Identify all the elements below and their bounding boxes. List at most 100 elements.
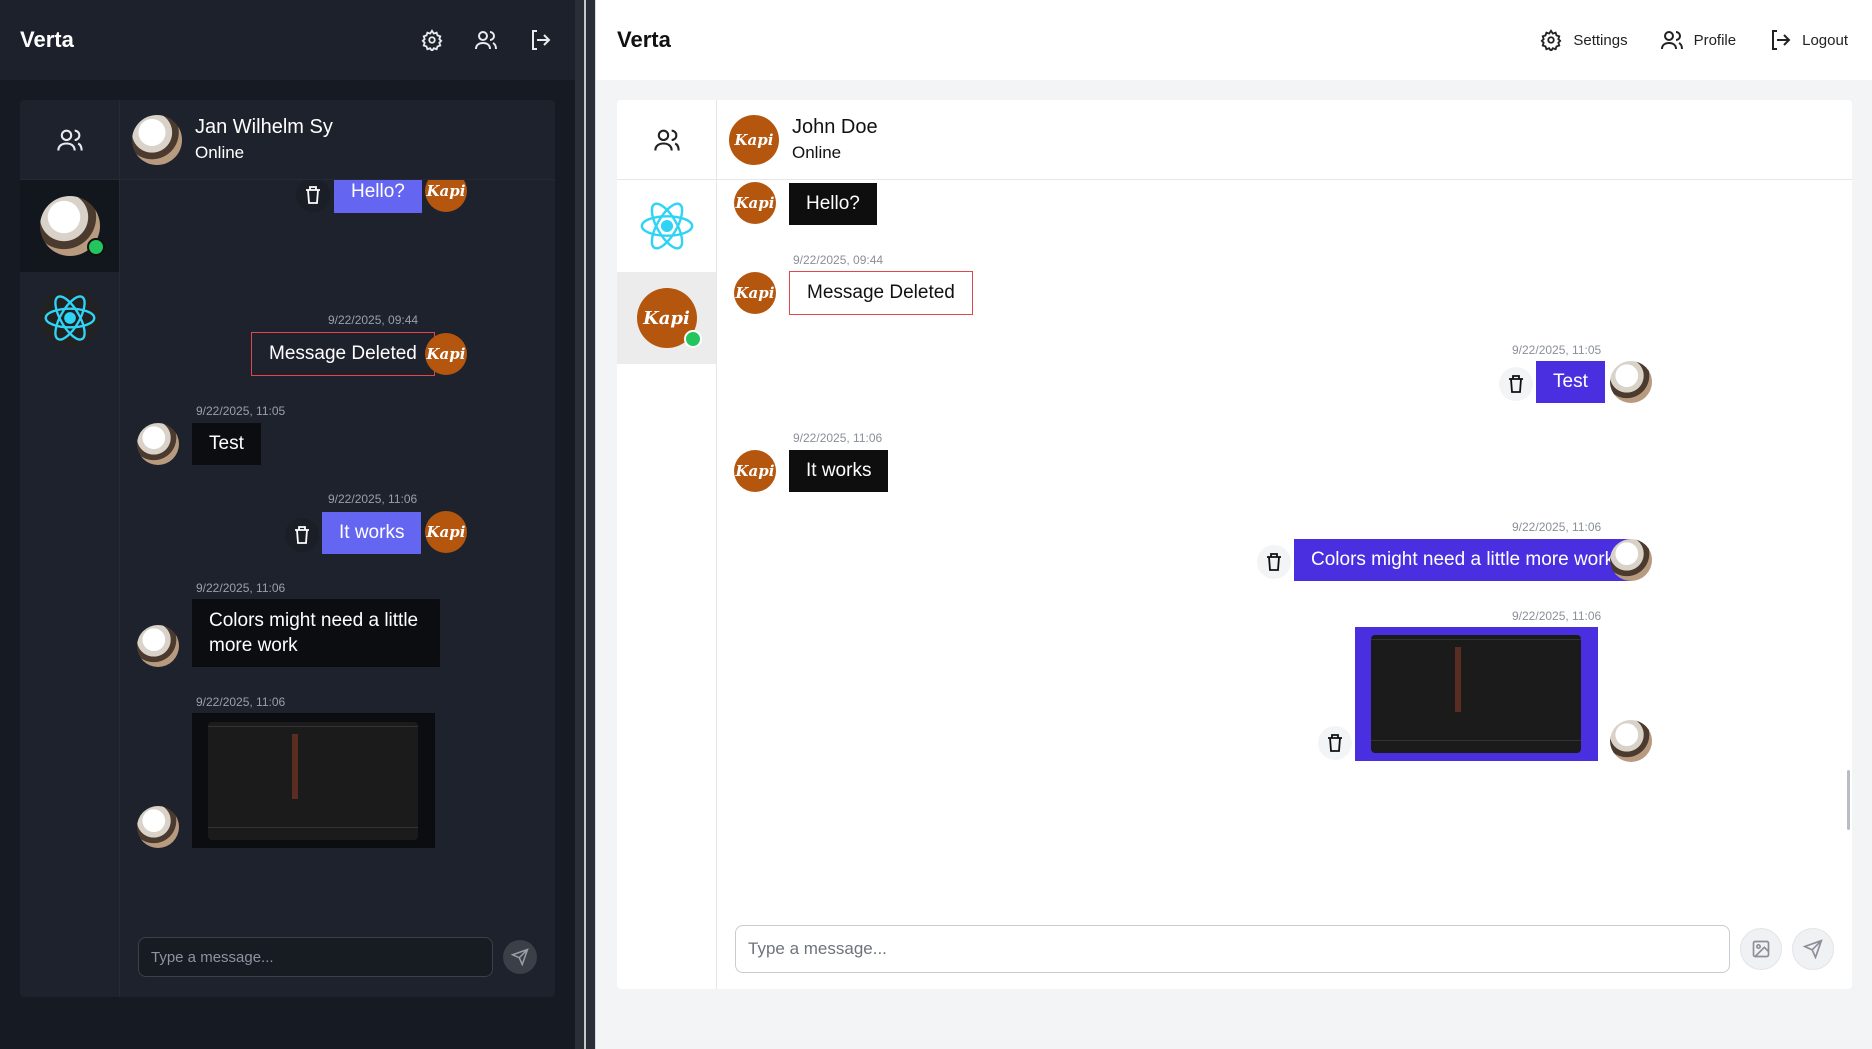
trash-icon (1509, 375, 1523, 393)
send-button[interactable] (1792, 928, 1834, 970)
message-timestamp: 9/22/2025, 11:06 (328, 492, 418, 506)
message-input[interactable] (735, 925, 1730, 973)
gear-icon[interactable] (417, 25, 447, 55)
avatar (137, 423, 179, 465)
send-icon (511, 948, 529, 966)
message-timestamp: 9/22/2025, 11:06 (196, 695, 286, 709)
trash-icon (295, 526, 309, 544)
chat-panel: Jan Wilhelm Sy Online Hello? Kapi 9/22/2… (20, 100, 555, 997)
avatar (137, 806, 179, 848)
message-list: Hello? Kapi 9/22/2025, 09:44 Message Del… (120, 180, 555, 917)
image-message-bubble[interactable] (192, 713, 435, 848)
contact-status: Online (792, 143, 842, 162)
message-composer (717, 909, 1852, 989)
attach-image-button[interactable] (1740, 928, 1782, 970)
users-icon[interactable] (471, 25, 501, 55)
avatar: Kapi (425, 511, 467, 553)
avatar (1610, 539, 1652, 581)
chat-header: Jan Wilhelm Sy Online (120, 100, 555, 180)
message-input[interactable] (138, 937, 493, 977)
trash-icon (1267, 553, 1281, 571)
window-separator (575, 0, 595, 1049)
avatar (1610, 361, 1652, 403)
dark-mode-window: Verta Jan Wilhelm Sy Online Hello? Kapi … (0, 0, 575, 1049)
react-logo-icon (636, 196, 697, 256)
profile-link[interactable]: Profile (1658, 26, 1737, 54)
image-message-bubble[interactable] (1355, 627, 1598, 761)
message-timestamp: 9/22/2025, 11:06 (1512, 609, 1602, 623)
brand-title: Verta (617, 27, 671, 52)
message-timestamp: 9/22/2025, 09:44 (328, 313, 419, 327)
contact-status: Online (195, 143, 245, 162)
avatar: Kapi (734, 450, 776, 492)
contact-name: John Doe (792, 116, 878, 138)
message-bubble: It works (322, 512, 422, 554)
message-bubble: Hello? (789, 183, 877, 225)
contacts-button[interactable] (617, 100, 716, 180)
message-timestamp: 9/22/2025, 11:06 (793, 431, 883, 445)
avatar (132, 114, 182, 165)
delete-message-button[interactable] (296, 180, 330, 212)
avatar (137, 625, 179, 667)
users-icon (1658, 26, 1686, 54)
avatar: Kapi (729, 114, 779, 165)
message-timestamp: 9/22/2025, 11:05 (1512, 343, 1602, 357)
message-timestamp: 9/22/2025, 11:05 (196, 404, 286, 418)
image-attachment[interactable] (208, 722, 418, 840)
delete-message-button[interactable] (1257, 545, 1291, 579)
logout-icon (1766, 26, 1794, 54)
delete-message-button[interactable] (285, 518, 319, 552)
top-bar: Verta (0, 0, 575, 80)
gear-icon (1537, 26, 1565, 54)
message-bubble: It works (789, 450, 889, 492)
message-timestamp: 9/22/2025, 11:06 (1512, 520, 1602, 534)
send-icon (1803, 939, 1823, 959)
message-bubble: Colors might need a little more work (192, 599, 440, 667)
logout-label: Logout (1802, 31, 1848, 49)
contact-name: Jan Wilhelm Sy (195, 116, 333, 138)
avatar: Kapi (734, 272, 776, 314)
light-mode-window: Verta Settings Profile Logout Kapi Kapi … (595, 0, 1872, 1049)
settings-link[interactable]: Settings (1537, 26, 1628, 54)
send-button[interactable] (503, 940, 537, 974)
react-logo-icon (39, 288, 100, 348)
logout-icon[interactable] (525, 25, 555, 55)
users-icon (653, 129, 680, 151)
avatar: Kapi (425, 333, 467, 375)
delete-message-button[interactable] (1318, 726, 1352, 760)
image-attachment[interactable] (1371, 635, 1581, 753)
conversation-item[interactable] (20, 272, 119, 364)
message-bubble: Colors might need a little more work (1294, 539, 1632, 581)
top-bar: Verta Settings Profile Logout (596, 0, 1872, 80)
avatar: Kapi (734, 182, 776, 224)
scrollbar[interactable] (1847, 770, 1850, 830)
message-list: Kapi Hello? 9/22/2025, 09:44 Kapi Messag… (717, 180, 1852, 909)
chat-panel: Kapi Kapi John Doe Online Kapi Hello? 9/… (617, 100, 1852, 989)
chat-header: Kapi John Doe Online (717, 100, 1852, 180)
trash-icon (306, 186, 320, 204)
profile-label: Profile (1693, 31, 1737, 49)
settings-label: Settings (1573, 31, 1628, 49)
contacts-button[interactable] (20, 100, 119, 180)
message-timestamp: 9/22/2025, 09:44 (793, 253, 884, 267)
message-timestamp: 9/22/2025, 11:06 (196, 581, 286, 595)
avatar: Kapi (425, 180, 467, 212)
deleted-message: Message Deleted (251, 332, 435, 376)
conversation-item-active[interactable] (20, 180, 119, 272)
message-bubble: Test (192, 423, 261, 465)
conversation-sidebar: Kapi (617, 100, 717, 989)
logout-link[interactable]: Logout (1766, 26, 1848, 54)
image-icon (1752, 940, 1770, 958)
conversation-item[interactable] (617, 180, 716, 272)
message-composer (120, 917, 555, 997)
conversation-item-active[interactable]: Kapi (617, 272, 716, 364)
message-bubble: Test (1536, 361, 1605, 403)
conversation-sidebar (20, 100, 120, 997)
avatar (1610, 720, 1652, 762)
trash-icon (1328, 734, 1342, 752)
users-icon (56, 129, 83, 151)
online-indicator (684, 330, 702, 348)
message-bubble: Hello? (334, 180, 422, 213)
delete-message-button[interactable] (1499, 367, 1533, 401)
online-indicator (87, 238, 105, 256)
